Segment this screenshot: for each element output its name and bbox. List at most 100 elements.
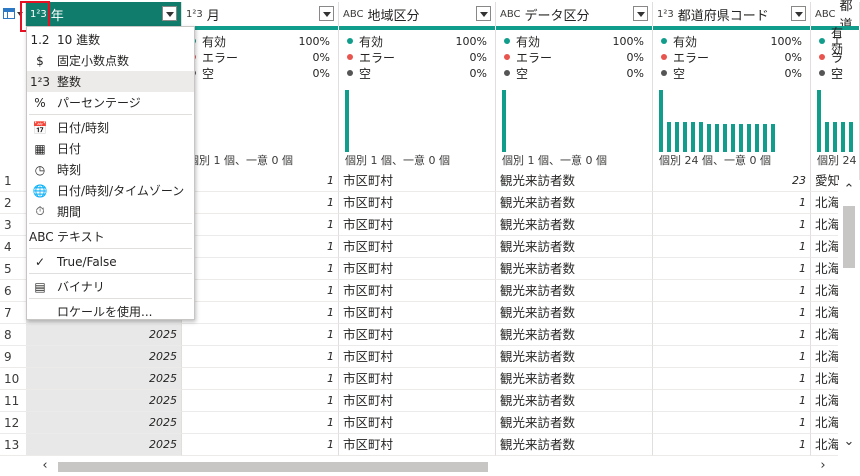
row-number[interactable]: 7: [0, 302, 26, 324]
horizontal-scroll-thumb[interactable]: [58, 462, 488, 472]
column-header[interactable]: ABC 地域区分: [339, 2, 496, 26]
table-cell-year[interactable]: 2025: [26, 434, 182, 456]
row-number[interactable]: 3: [0, 214, 26, 236]
menu-item[interactable]: 1.2 10 進数: [27, 29, 194, 50]
column-type-icon[interactable]: ABC: [815, 9, 836, 20]
table-cell-datatype[interactable]: 観光来訪者数: [496, 324, 653, 346]
table-cell-code[interactable]: 1: [653, 214, 811, 236]
menu-item[interactable]: $ 固定小数点数: [27, 50, 194, 71]
column-header[interactable]: ABC データ区分: [496, 2, 653, 26]
table-cell-datatype[interactable]: 観光来訪者数: [496, 170, 653, 192]
table-cell-code[interactable]: 1: [653, 412, 811, 434]
table-cell-month[interactable]: 1: [182, 236, 339, 258]
column-filter-button[interactable]: [633, 6, 648, 21]
table-cell-code[interactable]: 1: [653, 280, 811, 302]
table-cell-month[interactable]: 1: [182, 280, 339, 302]
menu-item[interactable]: 1²3 整数: [27, 71, 194, 92]
column-type-icon[interactable]: 1²3: [657, 9, 674, 20]
scroll-up-icon[interactable]: ⌃: [843, 183, 855, 196]
menu-item[interactable]: ✓ True/False: [27, 251, 194, 272]
table-cell-region[interactable]: 市区町村: [339, 324, 496, 346]
table-cell-region[interactable]: 市区町村: [339, 368, 496, 390]
menu-item[interactable]: 📅 日付/時刻: [27, 117, 194, 138]
table-cell-region[interactable]: 市区町村: [339, 434, 496, 456]
table-cell-region[interactable]: 市区町村: [339, 280, 496, 302]
menu-item[interactable]: ▤ バイナリ: [27, 276, 194, 297]
table-cell-region[interactable]: 市区町村: [339, 346, 496, 368]
table-cell-code[interactable]: 1: [653, 434, 811, 456]
table-cell-code[interactable]: 1: [653, 236, 811, 258]
table-cell-year[interactable]: 2025: [26, 390, 182, 412]
table-cell-datatype[interactable]: 観光来訪者数: [496, 346, 653, 368]
table-cell-datatype[interactable]: 観光来訪者数: [496, 236, 653, 258]
column-filter-button[interactable]: [476, 6, 491, 21]
table-cell-code[interactable]: 1: [653, 324, 811, 346]
row-number[interactable]: 4: [0, 236, 26, 258]
table-cell-datatype[interactable]: 観光来訪者数: [496, 412, 653, 434]
table-cell-region[interactable]: 市区町村: [339, 236, 496, 258]
scroll-left-icon[interactable]: ‹: [38, 459, 52, 473]
menu-item[interactable]: ロケールを使用...: [27, 301, 194, 322]
column-header[interactable]: 1²3 都道府県コード: [653, 2, 811, 26]
row-number[interactable]: 2: [0, 192, 26, 214]
table-cell-datatype[interactable]: 観光来訪者数: [496, 368, 653, 390]
scroll-right-icon[interactable]: ›: [816, 459, 830, 473]
table-cell-datatype[interactable]: 観光来訪者数: [496, 302, 653, 324]
table-cell-month[interactable]: 1: [182, 390, 339, 412]
vertical-scrollbar[interactable]: ⌃ ⌄: [838, 180, 860, 460]
table-cell-code[interactable]: 1: [653, 390, 811, 412]
table-cell-month[interactable]: 1: [182, 368, 339, 390]
table-cell-region[interactable]: 市区町村: [339, 390, 496, 412]
table-cell-year[interactable]: 2025: [26, 346, 182, 368]
row-number[interactable]: 10: [0, 368, 26, 390]
vertical-scroll-thumb[interactable]: [843, 206, 855, 268]
table-cell-month[interactable]: 1: [182, 214, 339, 236]
table-cell-datatype[interactable]: 観光来訪者数: [496, 434, 653, 456]
table-cell-month[interactable]: 1: [182, 302, 339, 324]
row-number[interactable]: 8: [0, 324, 26, 346]
column-filter-button[interactable]: [319, 6, 334, 21]
row-number[interactable]: 6: [0, 280, 26, 302]
menu-item[interactable]: ▦ 日付: [27, 138, 194, 159]
menu-item[interactable]: ⏱ 期間: [27, 201, 194, 222]
table-cell-year[interactable]: 2025: [26, 324, 182, 346]
row-number[interactable]: 1: [0, 170, 26, 192]
column-type-icon[interactable]: 1²3: [186, 9, 203, 20]
table-cell-month[interactable]: 1: [182, 324, 339, 346]
table-cell-month[interactable]: 1: [182, 170, 339, 192]
table-cell-datatype[interactable]: 観光来訪者数: [496, 390, 653, 412]
table-cell-code[interactable]: 1: [653, 346, 811, 368]
menu-item[interactable]: ◷ 時刻: [27, 159, 194, 180]
table-cell-region[interactable]: 市区町村: [339, 214, 496, 236]
horizontal-scrollbar[interactable]: ‹ ›: [0, 458, 838, 476]
table-cell-datatype[interactable]: 観光来訪者数: [496, 280, 653, 302]
table-cell-month[interactable]: 1: [182, 192, 339, 214]
table-cell-code[interactable]: 1: [653, 302, 811, 324]
table-cell-region[interactable]: 市区町村: [339, 170, 496, 192]
table-cell-datatype[interactable]: 観光来訪者数: [496, 214, 653, 236]
row-number[interactable]: 13: [0, 434, 26, 456]
menu-item[interactable]: ABC テキスト: [27, 226, 194, 247]
column-type-icon[interactable]: ABC: [343, 9, 364, 20]
column-filter-button[interactable]: [791, 6, 806, 21]
menu-item[interactable]: % パーセンテージ: [27, 92, 194, 113]
table-cell-year[interactable]: 2025: [26, 412, 182, 434]
table-cell-code[interactable]: 1: [653, 368, 811, 390]
row-number[interactable]: 5: [0, 258, 26, 280]
table-cell-region[interactable]: 市区町村: [339, 192, 496, 214]
table-cell-month[interactable]: 1: [182, 258, 339, 280]
row-number[interactable]: 9: [0, 346, 26, 368]
column-type-icon[interactable]: ABC: [500, 9, 521, 20]
column-header[interactable]: ABC都道: [811, 0, 860, 33]
table-cell-region[interactable]: 市区町村: [339, 258, 496, 280]
column-header[interactable]: 1²3 月: [182, 2, 339, 26]
table-cell-code[interactable]: 23: [653, 170, 811, 192]
row-number[interactable]: 11: [0, 390, 26, 412]
table-cell-code[interactable]: 1: [653, 192, 811, 214]
table-cell-region[interactable]: 市区町村: [339, 412, 496, 434]
table-cell-month[interactable]: 1: [182, 346, 339, 368]
row-number[interactable]: 12: [0, 412, 26, 434]
scroll-down-icon[interactable]: ⌄: [843, 435, 855, 448]
column-filter-button[interactable]: [162, 6, 177, 21]
table-cell-datatype[interactable]: 観光来訪者数: [496, 192, 653, 214]
